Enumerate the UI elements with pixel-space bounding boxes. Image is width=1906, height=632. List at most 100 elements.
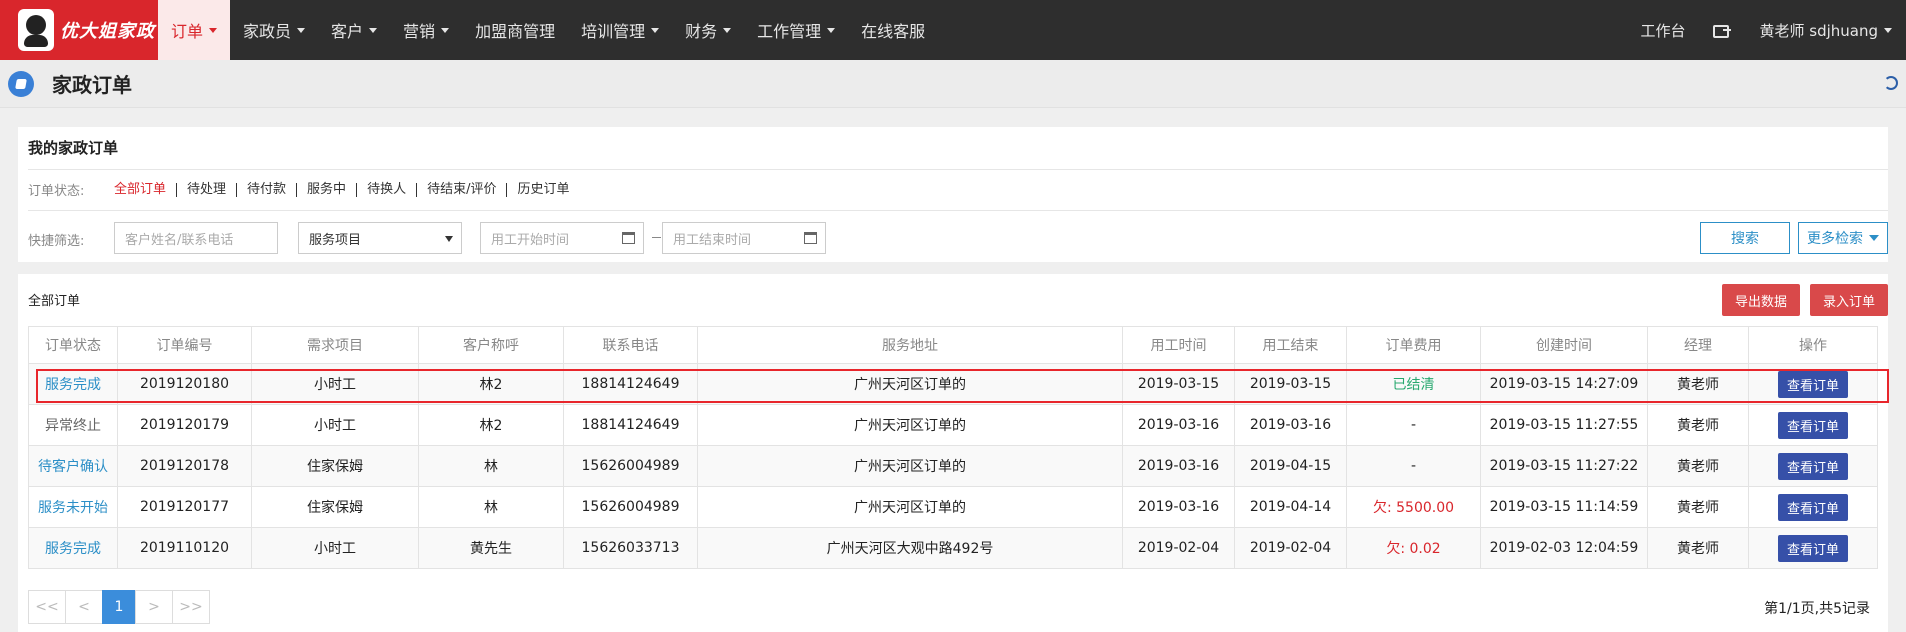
nav-item-5[interactable]: 培训管理 (568, 0, 672, 60)
first-page-button[interactable]: << (28, 590, 66, 624)
end-date-input[interactable]: 用工结束时间 (662, 222, 826, 254)
cell-address: 广州天河区订单的 (697, 445, 1123, 487)
next-page-button[interactable]: > (135, 590, 173, 624)
logo-mascot-icon (18, 9, 54, 51)
column-header: 经理 (1647, 326, 1749, 364)
cell-customer: 林2 (418, 363, 564, 405)
cell-status[interactable]: 服务完成 (28, 363, 118, 405)
view-order-button[interactable]: 查看订单 (1777, 411, 1848, 439)
orders-panel-title: 全部订单 (28, 294, 81, 309)
chevron-down-icon (651, 27, 660, 33)
more-search-button[interactable]: 更多检索 (1798, 222, 1888, 254)
quick-filter-label: 快捷筛选: (28, 234, 85, 249)
view-order-button[interactable]: 查看订单 (1777, 493, 1848, 521)
page-info: 第1/1页,共5记录 (1764, 601, 1870, 617)
nav-item-label: 客户 (331, 22, 364, 41)
status-tab-6[interactable]: 历史订单 (507, 182, 579, 197)
cell-created: 2019-02-03 12:04:59 (1480, 527, 1648, 569)
page-1-button[interactable]: 1 (102, 590, 136, 624)
refresh-icon[interactable] (1884, 76, 1898, 90)
cell-status[interactable]: 异常终止 (28, 404, 118, 446)
cell-address: 广州天河区大观中路492号 (697, 527, 1123, 569)
cell-fee: - (1346, 404, 1481, 446)
service-select[interactable]: 服务项目 (298, 222, 462, 254)
table-row: 待客户确认 2019120178 住家保姆林 15626004989 广州天河区订单的 2… (28, 445, 1878, 487)
status-tab-3[interactable]: 服务中 (297, 182, 358, 197)
nav-item-6[interactable]: 财务 (672, 0, 744, 60)
cell-status[interactable]: 服务未开始 (28, 486, 118, 528)
status-tab-1[interactable]: 待处理 (177, 182, 238, 197)
column-header: 订单费用 (1346, 326, 1481, 364)
status-label: 订单状态: (28, 184, 85, 199)
last-page-button[interactable]: >> (172, 590, 210, 624)
chevron-down-icon (827, 27, 836, 33)
orders-table: 订单状态 订单编号 需求项目 客户称呼 联系电话 服务地址 用工时间 用工结束 订单费用 创建时间… (28, 326, 1878, 569)
cell-item: 小时工 (251, 404, 419, 446)
status-tab-4[interactable]: 待换人 (357, 182, 418, 197)
cell-id: 2019120177 (117, 486, 252, 528)
quick-filter-row: 快捷筛选: 客户姓名/联系电话 服务项目 用工开始时间 用工结束时间 搜索 更多… (28, 222, 1888, 254)
main-menu: 订单 家政员 客户 营销 加盟商管理 培训管理 财务 工作管理 在线客服 (158, 0, 938, 60)
nav-item-1[interactable]: 家政员 (230, 0, 318, 60)
calendar-icon[interactable] (804, 232, 817, 244)
prev-page-button[interactable]: < (65, 590, 103, 624)
brand-logo[interactable]: 优大姐家政 (0, 0, 158, 60)
cell-action: 查看订单 (1748, 445, 1878, 487)
status-tab-5[interactable]: 待结束/评价 (417, 182, 508, 197)
add-order-button[interactable]: 录入订单 (1810, 284, 1888, 316)
customer-search-input[interactable]: 客户姓名/联系电话 (114, 222, 278, 254)
cell-item: 住家保姆 (251, 486, 419, 528)
dropdown-arrow-icon (445, 236, 453, 242)
nav-item-2[interactable]: 客户 (318, 0, 390, 60)
cell-fee: 欠: 5500.00 (1346, 486, 1481, 528)
page-title: 家政订单 (52, 73, 132, 97)
nav-item-0[interactable]: 订单 (158, 0, 231, 60)
table-header-row: 订单状态 订单编号 需求项目 客户称呼 联系电话 服务地址 用工时间 用工结束 订单费用 创建时间… (28, 326, 1878, 364)
view-order-button[interactable]: 查看订单 (1777, 370, 1848, 398)
cell-address: 广州天河区订单的 (697, 404, 1123, 446)
nav-item-label: 培训管理 (581, 22, 646, 41)
column-header: 联系电话 (563, 326, 698, 364)
top-nav: 优大姐家政 订单 家政员 客户 营销 加盟商管理 培训管理 财务 工作管理 在线客服 工作台 黄… (0, 0, 1906, 60)
cell-start: 2019-03-16 (1122, 445, 1235, 487)
nav-item-7[interactable]: 工作管理 (744, 0, 848, 60)
filter-panel: 我的家政订单 订单状态: 全部订单 待处理 待付款 服务中 待换人 待结束/评价 历史订单 … (18, 127, 1888, 262)
user-menu[interactable]: 黄老师 sdjhuang (1745, 20, 1906, 41)
cell-action: 查看订单 (1748, 404, 1878, 446)
start-date-input[interactable]: 用工开始时间 (480, 222, 644, 254)
chevron-down-icon (441, 27, 450, 33)
chevron-down-icon (1884, 27, 1892, 33)
column-header: 用工时间 (1122, 326, 1235, 364)
status-tab-2[interactable]: 待付款 (237, 182, 298, 197)
cell-start: 2019-03-16 (1122, 486, 1235, 528)
nav-item-3[interactable]: 营销 (390, 0, 462, 60)
cell-phone: 15626004989 (563, 486, 698, 528)
cell-id: 2019110120 (117, 527, 252, 569)
cell-customer: 林 (418, 486, 564, 528)
nav-item-4[interactable]: 加盟商管理 (462, 0, 568, 60)
service-select-value: 服务项目 (309, 232, 362, 248)
nav-item-label: 工作管理 (757, 22, 822, 41)
status-tab-0[interactable]: 全部订单 (114, 182, 178, 197)
view-order-button[interactable]: 查看订单 (1777, 452, 1848, 480)
more-search-label: 更多检索 (1807, 231, 1863, 247)
cell-action: 查看订单 (1748, 486, 1878, 528)
cell-manager: 黄老师 (1647, 445, 1749, 487)
table-row: 服务未开始 2019120177 住家保姆林 15626004989 广州天河区订单的 2… (28, 486, 1878, 528)
search-button[interactable]: 搜索 (1700, 222, 1790, 254)
cell-created: 2019-03-15 14:27:09 (1480, 363, 1648, 405)
column-header: 订单编号 (117, 326, 252, 364)
notification-button[interactable] (1699, 23, 1745, 38)
nav-item-label: 家政员 (243, 22, 292, 41)
cell-phone: 15626004989 (563, 445, 698, 487)
nav-item-8[interactable]: 在线客服 (848, 0, 938, 60)
cell-status[interactable]: 服务完成 (28, 527, 118, 569)
export-button[interactable]: 导出数据 (1722, 284, 1800, 316)
cell-created: 2019-03-15 11:14:59 (1480, 486, 1648, 528)
view-order-button[interactable]: 查看订单 (1777, 534, 1848, 562)
calendar-icon[interactable] (622, 232, 635, 244)
workbench-link[interactable]: 工作台 (1626, 20, 1699, 41)
cell-start: 2019-02-04 (1122, 527, 1235, 569)
nav-item-label: 在线客服 (861, 22, 926, 41)
cell-status[interactable]: 待客户确认 (28, 445, 118, 487)
